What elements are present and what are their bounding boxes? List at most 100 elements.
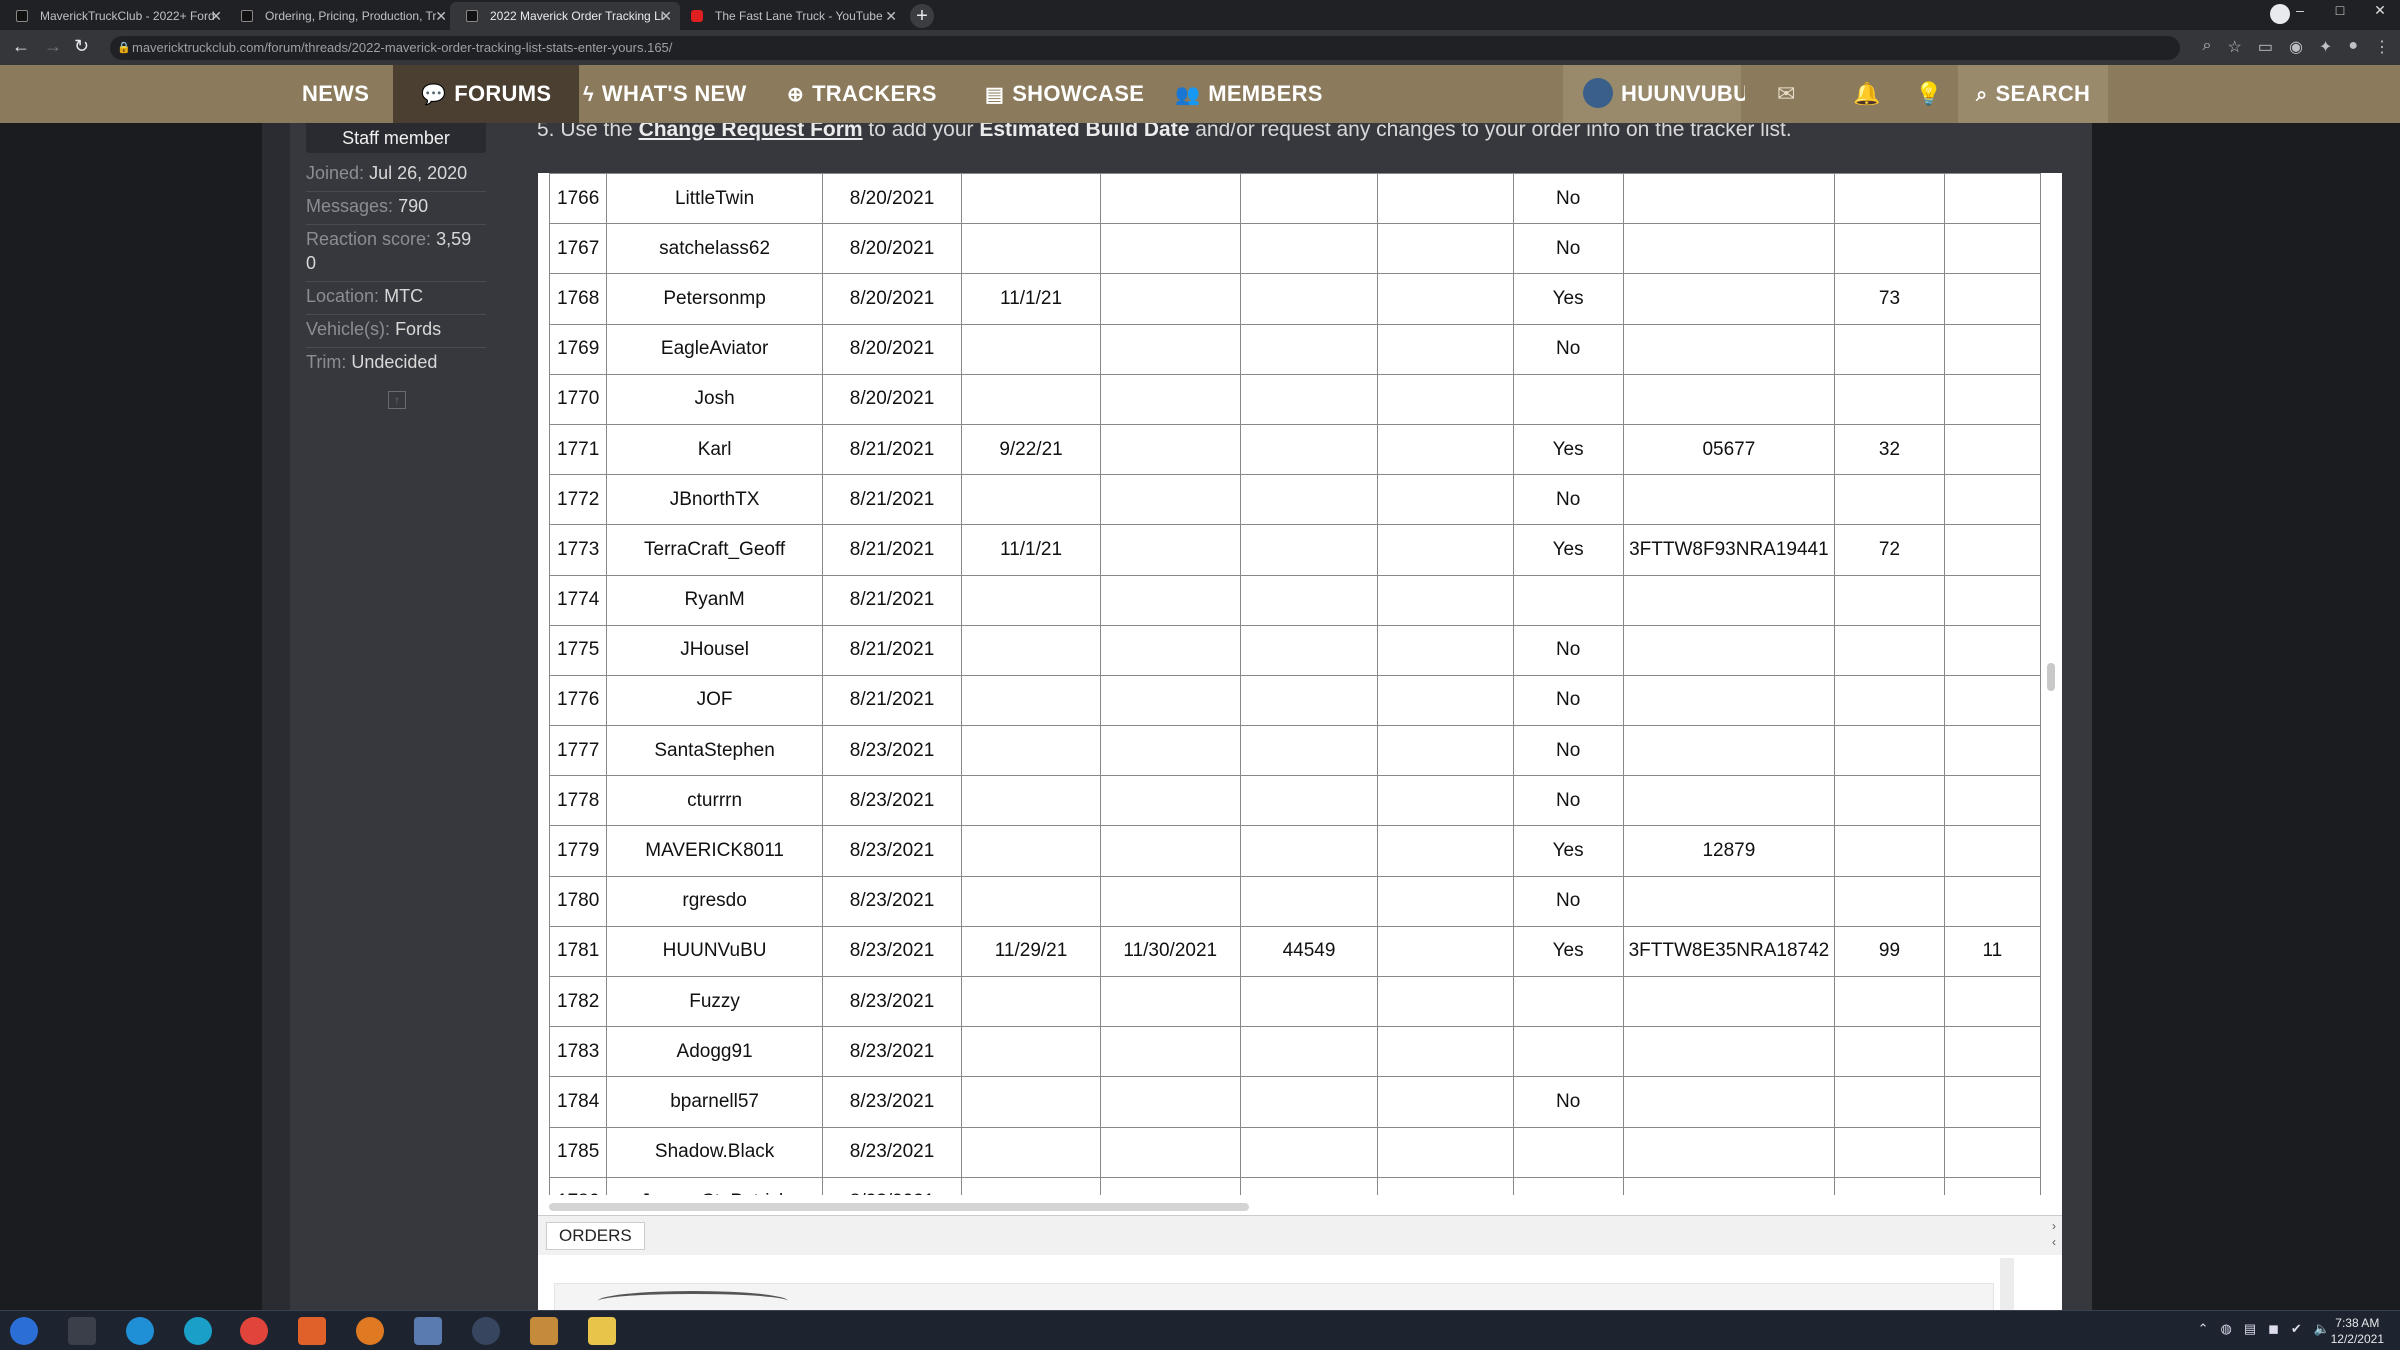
table-cell[interactable]	[961, 1076, 1101, 1128]
table-cell[interactable]	[1943, 875, 2041, 927]
table-cell[interactable]: 8/23/2021	[821, 975, 963, 1028]
forward-arrow-icon[interactable]: →	[44, 36, 62, 57]
table-cell[interactable]: 1780	[549, 875, 608, 927]
table-cell[interactable]	[1622, 574, 1836, 626]
table-cell[interactable]: rgresdo	[606, 875, 823, 927]
table-cell[interactable]	[961, 323, 1101, 375]
table-cell[interactable]: 05677	[1622, 423, 1836, 476]
table-cell[interactable]: Petersonmp	[606, 273, 823, 325]
table-cell[interactable]	[1377, 825, 1514, 877]
close-icon[interactable]: ✕	[660, 2, 672, 30]
table-cell[interactable]	[1099, 1026, 1241, 1078]
table-cell[interactable]: 8/21/2021	[821, 474, 963, 526]
table-cell[interactable]: 8/21/2021	[821, 624, 963, 676]
table-cell[interactable]: Yes	[1512, 524, 1624, 576]
sheet-tab-orders[interactable]: ORDERS	[546, 1222, 645, 1250]
table-cell[interactable]: MAVERICK8011	[606, 825, 823, 877]
table-cell[interactable]	[961, 674, 1101, 727]
table-cell[interactable]	[961, 373, 1101, 425]
table-cell[interactable]: JBnorthTX	[606, 474, 823, 526]
collapse-arrow-icon[interactable]: ↑	[388, 391, 406, 409]
table-cell[interactable]	[1622, 173, 1836, 225]
url-field[interactable]: 🔒 mavericktruckclub.com/forum/threads/20…	[110, 36, 2180, 60]
table-cell[interactable]	[1239, 624, 1379, 676]
close-window-icon[interactable]: ✕	[2360, 0, 2400, 30]
table-cell[interactable]	[1377, 1026, 1514, 1078]
table-cell[interactable]	[1099, 173, 1241, 225]
table-cell[interactable]: No	[1512, 725, 1624, 777]
table-cell[interactable]	[1099, 1126, 1241, 1178]
table-cell[interactable]	[1377, 474, 1514, 526]
table-cell[interactable]: 1768	[549, 273, 608, 325]
table-cell[interactable]	[1834, 975, 1945, 1028]
table-cell[interactable]	[1943, 423, 2041, 476]
horizontal-scrollbar[interactable]	[549, 1203, 1249, 1211]
table-cell[interactable]: 8/23/2021	[821, 875, 963, 927]
table-cell[interactable]: 1776	[549, 674, 608, 727]
table-cell[interactable]: Karl	[606, 423, 823, 476]
table-cell[interactable]: No	[1512, 173, 1624, 225]
table-cell[interactable]	[1239, 1076, 1379, 1128]
table-cell[interactable]	[1099, 825, 1241, 877]
table-cell[interactable]	[961, 1026, 1101, 1078]
table-cell[interactable]: 8/20/2021	[821, 173, 963, 225]
table-cell[interactable]	[1834, 1076, 1945, 1128]
table-cell[interactable]	[1512, 1026, 1624, 1078]
ie-icon[interactable]	[126, 1317, 154, 1345]
table-cell[interactable]: 11	[1943, 925, 2041, 978]
table-cell[interactable]: 1783	[549, 1026, 608, 1078]
table-cell[interactable]	[1943, 1176, 2041, 1195]
inbox-button[interactable]: ✉	[1745, 65, 1833, 123]
app-icon[interactable]	[472, 1317, 500, 1345]
table-cell[interactable]	[961, 223, 1101, 275]
table-cell[interactable]	[1099, 524, 1241, 576]
chevron-right-icon[interactable]: ›	[2052, 1219, 2056, 1233]
table-cell[interactable]	[1377, 524, 1514, 576]
table-cell[interactable]	[961, 725, 1101, 777]
table-cell[interactable]: Adogg91	[606, 1026, 823, 1078]
table-cell[interactable]: JOF	[606, 674, 823, 727]
table-cell[interactable]	[1622, 1026, 1836, 1078]
table-cell[interactable]: 9/22/21	[961, 423, 1101, 476]
table-cell[interactable]	[1239, 373, 1379, 425]
table-cell[interactable]	[1622, 725, 1836, 777]
table-cell[interactable]	[1622, 474, 1836, 526]
avatar[interactable]: ●	[2348, 37, 2358, 57]
table-cell[interactable]: 8/23/2021	[821, 825, 963, 877]
table-cell[interactable]	[1622, 273, 1836, 325]
table-cell[interactable]	[1099, 975, 1241, 1028]
table-cell[interactable]: 11/1/21	[961, 273, 1101, 325]
table-cell[interactable]: RyanM	[606, 574, 823, 626]
table-cell[interactable]: 1784	[549, 1076, 608, 1128]
table-cell[interactable]	[961, 975, 1101, 1028]
table-cell[interactable]	[1943, 524, 2041, 576]
table-cell[interactable]	[1943, 674, 2041, 727]
table-cell[interactable]	[1099, 474, 1241, 526]
table-cell[interactable]: 11/1/21	[961, 524, 1101, 576]
table-cell[interactable]: satchelass62	[606, 223, 823, 275]
close-icon[interactable]: ✕	[885, 2, 897, 30]
table-cell[interactable]: 1781	[549, 925, 608, 978]
table-cell[interactable]	[1834, 574, 1945, 626]
table-cell[interactable]: 8/21/2021	[821, 423, 963, 476]
bookmark-star-icon[interactable]: ☆	[2227, 37, 2241, 57]
table-cell[interactable]	[1099, 674, 1241, 727]
table-cell[interactable]	[1099, 1176, 1241, 1195]
table-cell[interactable]	[1099, 223, 1241, 275]
table-cell[interactable]	[1099, 273, 1241, 325]
table-cell[interactable]	[1943, 624, 2041, 676]
table-cell[interactable]	[1834, 875, 1945, 927]
table-cell[interactable]: 8/20/2021	[821, 373, 963, 425]
table-cell[interactable]: No	[1512, 323, 1624, 375]
table-cell[interactable]	[1834, 1126, 1945, 1178]
table-cell[interactable]	[1622, 223, 1836, 275]
table-cell[interactable]: Fuzzy	[606, 975, 823, 1028]
table-cell[interactable]	[1943, 223, 2041, 275]
nav-news[interactable]: NEWS	[302, 65, 369, 123]
table-cell[interactable]	[1377, 975, 1514, 1028]
table-cell[interactable]: James St. Patrick	[606, 1176, 823, 1195]
table-cell[interactable]	[1834, 825, 1945, 877]
table-cell[interactable]	[1512, 373, 1624, 425]
reload-icon[interactable]: ↻	[74, 36, 89, 57]
table-cell[interactable]	[1239, 674, 1379, 727]
